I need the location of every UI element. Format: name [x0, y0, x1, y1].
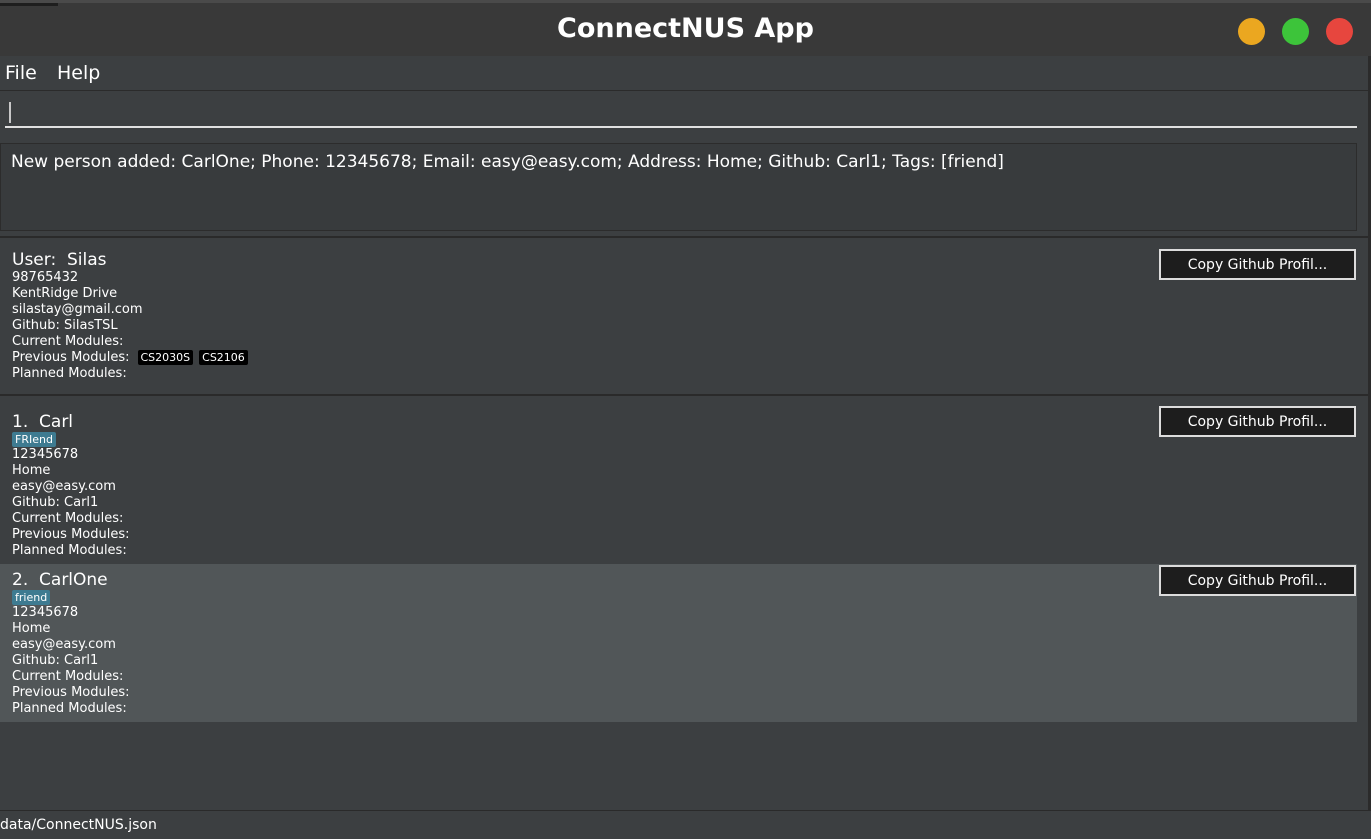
user-phone: 98765432 — [12, 270, 79, 285]
menu-bar: File Help — [0, 56, 1371, 91]
title-bar[interactable]: ConnectNUS App — [0, 0, 1371, 56]
module-tag: CS2106 — [199, 350, 248, 365]
person-previous-modules-label: Previous Modules: — [12, 685, 130, 700]
person-email: easy@easy.com — [12, 637, 116, 652]
status-bar: data/ConnectNUS.json — [0, 810, 1371, 839]
title-bar-edge — [0, 3, 58, 6]
user-github: Github: SilasTSL — [12, 318, 118, 333]
person-name: 2. CarlOne — [12, 570, 108, 590]
command-box — [0, 92, 1360, 132]
minimize-window-icon[interactable] — [1238, 18, 1265, 45]
close-window-icon[interactable] — [1326, 18, 1353, 45]
person-current-modules-label: Current Modules: — [12, 669, 124, 684]
user-name: User: Silas — [12, 250, 107, 270]
person-github: Github: Carl1 — [12, 653, 99, 668]
person-previous-modules-label: Previous Modules: — [12, 527, 130, 542]
user-previous-modules-label: Previous Modules: — [12, 350, 130, 365]
person-planned-modules-label: Planned Modules: — [12, 701, 127, 716]
user-current-modules-label: Current Modules: — [12, 334, 124, 349]
person-name: 1. Carl — [12, 412, 74, 432]
user-email: silastay@gmail.com — [12, 302, 143, 317]
person-card-selected[interactable]: 2. CarlOne friend 12345678 Home easy@eas… — [0, 564, 1357, 722]
app-window: ConnectNUS App File Help New person adde… — [0, 0, 1371, 839]
maximize-window-icon[interactable] — [1282, 18, 1309, 45]
user-address: KentRidge Drive — [12, 286, 118, 301]
user-previous-modules: Previous Modules: CS2030S CS2106 — [12, 350, 248, 365]
person-phone: 12345678 — [12, 447, 79, 462]
module-tag: CS2030S — [137, 350, 194, 365]
result-message: New person added: CarlOne; Phone: 123456… — [11, 152, 1004, 172]
copy-github-profile-button[interactable]: Copy Github Profil... — [1159, 565, 1356, 596]
user-profile-card[interactable]: User: Silas 98765432 KentRidge Drive sil… — [0, 242, 1357, 394]
status-file-path: data/ConnectNUS.json — [0, 817, 157, 833]
user-planned-modules-label: Planned Modules: — [12, 366, 127, 381]
copy-github-profile-button[interactable]: Copy Github Profil... — [1159, 406, 1356, 437]
menu-file[interactable]: File — [5, 62, 37, 84]
person-github: Github: Carl1 — [12, 495, 99, 510]
result-display: New person added: CarlOne; Phone: 123456… — [0, 143, 1357, 231]
window-title: ConnectNUS App — [557, 13, 814, 44]
person-address: Home — [12, 621, 51, 636]
person-address: Home — [12, 463, 51, 478]
person-email: easy@easy.com — [12, 479, 116, 494]
person-card[interactable]: 1. Carl FRIend 12345678 Home easy@easy.c… — [0, 406, 1357, 564]
person-phone: 12345678 — [12, 605, 79, 620]
copy-github-profile-button[interactable]: Copy Github Profil... — [1159, 249, 1356, 280]
divider — [0, 394, 1371, 396]
divider — [0, 236, 1371, 238]
person-tag: FRIend — [12, 432, 56, 447]
person-tag: friend — [12, 590, 51, 605]
menu-help[interactable]: Help — [57, 62, 100, 84]
person-current-modules-label: Current Modules: — [12, 511, 124, 526]
person-planned-modules-label: Planned Modules: — [12, 543, 127, 558]
text-caret — [9, 102, 11, 123]
command-input[interactable] — [5, 98, 1357, 128]
